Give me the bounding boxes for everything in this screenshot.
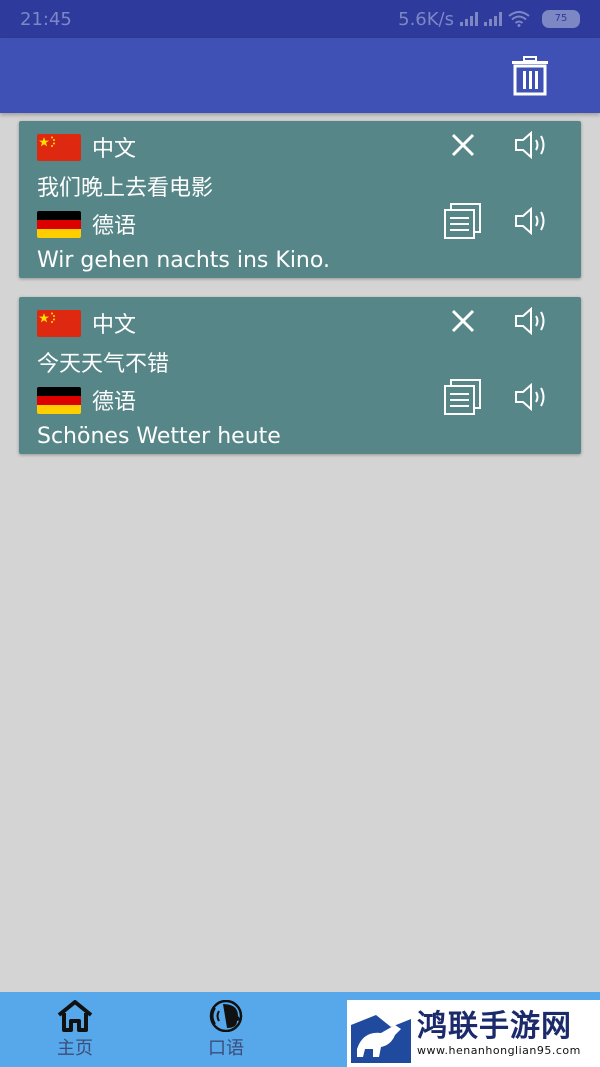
nav-item-speech[interactable]: 口语	[186, 998, 266, 1060]
speaker-icon	[515, 383, 545, 411]
germany-flag-icon	[37, 210, 81, 238]
copy-button[interactable]	[443, 201, 483, 241]
target-row: 德语	[37, 384, 563, 416]
delete-all-button[interactable]	[510, 56, 550, 96]
target-text: Wir gehen nachts ins Kino.	[37, 248, 330, 273]
source-row: 中文	[37, 307, 563, 339]
source-text: 今天天气不错	[37, 352, 170, 377]
wifi-icon	[508, 11, 530, 27]
remove-button[interactable]	[443, 125, 483, 165]
speaker-icon	[515, 207, 545, 235]
watermark-logo-icon	[351, 1004, 411, 1063]
source-language-label: 中文	[92, 313, 137, 338]
germany-flag-icon	[37, 386, 81, 414]
source-language-label: 中文	[92, 137, 137, 162]
close-icon	[451, 133, 475, 157]
china-flag-icon	[37, 133, 81, 161]
nav-label-speech: 口语	[208, 1038, 244, 1059]
watermark-title: 鸿联手游网	[417, 1009, 572, 1044]
watermark-url: www.henanhonglian95.com	[417, 1044, 581, 1057]
speak-source-button[interactable]	[512, 301, 552, 341]
net-speed: 5.6K/s	[398, 8, 454, 30]
source-text: 我们晚上去看电影	[37, 176, 214, 201]
speak-source-button[interactable]	[512, 125, 552, 165]
target-text: Schönes Wetter heute	[37, 424, 281, 449]
app-bar	[0, 38, 600, 113]
status-indicators: 5.6K/s 75	[398, 9, 580, 30]
copy-icon	[444, 203, 481, 239]
home-icon	[57, 1000, 93, 1032]
status-time: 21:45	[20, 8, 72, 30]
target-language-label: 德语	[92, 214, 137, 239]
trash-icon	[512, 56, 548, 96]
speaker-icon	[515, 307, 545, 335]
target-language-label: 德语	[92, 390, 137, 415]
copy-icon	[444, 379, 481, 415]
signal-icon	[460, 12, 478, 26]
battery-icon: 75	[542, 10, 580, 28]
speak-target-button[interactable]	[512, 201, 552, 241]
china-flag-icon	[37, 309, 81, 337]
speak-target-button[interactable]	[512, 377, 552, 417]
target-row: 德语	[37, 208, 563, 240]
speech-icon	[209, 1000, 243, 1032]
signal-icon-2	[484, 12, 502, 26]
status-bar: 21:45 5.6K/s 75	[0, 0, 600, 38]
close-icon	[451, 309, 475, 333]
watermark: 鸿联手游网 www.henanhonglian95.com	[347, 1000, 600, 1067]
translation-card: 中文 今天天气不错 德语 Schönes Wetter heute	[19, 297, 581, 454]
translation-card: 中文 我们晚上去看电影 德语 Wir gehen nachts ins Kino…	[19, 121, 581, 278]
nav-label-home: 主页	[57, 1038, 93, 1059]
copy-button[interactable]	[443, 377, 483, 417]
speaker-icon	[515, 131, 545, 159]
nav-item-home[interactable]: 主页	[35, 998, 115, 1060]
remove-button[interactable]	[443, 301, 483, 341]
source-row: 中文	[37, 131, 563, 163]
